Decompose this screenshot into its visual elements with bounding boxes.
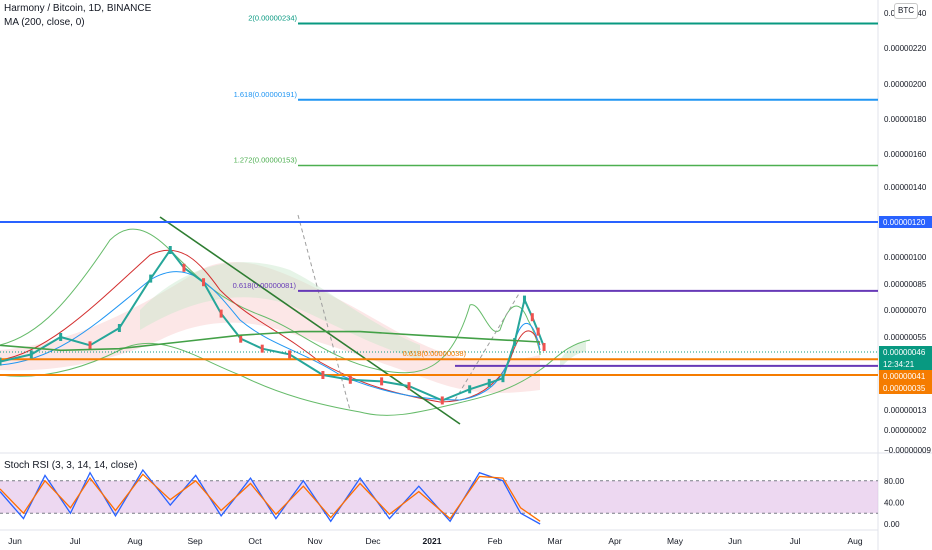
price-candle[interactable] [59, 333, 63, 341]
price-candle[interactable] [440, 396, 444, 405]
y-tick-label: 0.00000070 [884, 306, 927, 315]
x-tick-label: Apr [608, 536, 621, 546]
fib-annotation: 2(0.00000234) [248, 14, 297, 23]
ma-legend[interactable]: MA (200, close, 0) [4, 17, 85, 28]
y-tick-label: 0.00000200 [884, 80, 927, 89]
price-label-text: 0.00000035 [883, 384, 926, 393]
x-tick-label: Aug [127, 536, 142, 546]
price-candle[interactable] [321, 371, 325, 379]
chart-canvas[interactable]: 2(0.00000234) 1.618(0.00000191) 1.272(0.00… [0, 0, 932, 550]
fib-annotation: 1.272(0.00000153) [234, 156, 298, 165]
y-tick-label: 0.00000013 [884, 406, 927, 415]
y-tick-label: 0.00000140 [884, 183, 927, 192]
y-tick-label: 0.00000180 [884, 115, 927, 124]
x-tick-label: Jul [70, 536, 81, 546]
price-label-text: 0.00000041 [883, 372, 926, 381]
price-candle[interactable] [288, 350, 292, 359]
price-candle[interactable] [542, 343, 546, 351]
x-tick-label: Sep [187, 536, 202, 546]
x-tick-label: Feb [488, 536, 503, 546]
price-candle[interactable] [522, 295, 526, 304]
currency-badge[interactable]: BTC [894, 3, 918, 19]
x-tick-label: Mar [548, 536, 563, 546]
fib-annotation: 1.618(0.00000191) [234, 90, 298, 99]
chart-background [0, 0, 932, 550]
x-tick-label: Nov [307, 536, 323, 546]
y-tick-label: 0.00000160 [884, 150, 927, 159]
rsi-y-tick: 80.00 [884, 477, 905, 486]
rsi-y-tick: 0.00 [884, 520, 900, 529]
price-candle[interactable] [117, 324, 121, 332]
price-candle[interactable] [407, 382, 411, 391]
y-tick-label: 0.00000100 [884, 253, 927, 262]
price-candle[interactable] [260, 344, 264, 353]
price-candle[interactable] [487, 378, 491, 387]
price-candle[interactable] [501, 374, 505, 383]
symbol-legend[interactable]: Harmony / Bitcoin, 1D, BINANCE [4, 3, 151, 14]
price-candle[interactable] [536, 327, 540, 336]
price-label-text: 0.00000046 [883, 348, 926, 357]
x-tick-label: Oct [248, 536, 262, 546]
rsi-legend[interactable]: Stoch RSI (3, 3, 14, 14, close) [4, 460, 137, 471]
price-candle[interactable] [0, 357, 2, 366]
price-candle[interactable] [202, 278, 206, 287]
y-tick-label: 0.00000220 [884, 44, 927, 53]
price-candle[interactable] [219, 309, 223, 318]
y-tick-label: 0.00000002 [884, 426, 927, 435]
price-candle[interactable] [468, 385, 472, 394]
price-candle[interactable] [88, 341, 92, 350]
rsi-y-tick: 40.00 [884, 498, 905, 507]
fib-annotation: 0.618(0.00000038) [403, 349, 467, 358]
fib-annotation: 0.618(0.00000081) [233, 281, 297, 290]
x-tick-label: Jun [728, 536, 742, 546]
x-tick-label: Aug [847, 536, 862, 546]
price-candle[interactable] [380, 377, 384, 386]
price-candle[interactable] [348, 375, 352, 384]
x-tick-label: 2021 [423, 536, 442, 546]
price-candle[interactable] [182, 263, 186, 272]
price-candle[interactable] [29, 350, 33, 359]
price-candle[interactable] [513, 338, 517, 346]
price-candle[interactable] [168, 246, 172, 254]
x-tick-label: Jul [790, 536, 801, 546]
price-label-text: 0.00000120 [883, 218, 926, 227]
x-tick-label: Dec [365, 536, 381, 546]
price-candle[interactable] [149, 274, 153, 283]
y-tick-label: 0.00000085 [884, 280, 927, 289]
price-candle[interactable] [530, 313, 534, 322]
price-label-text: 12:34:21 [883, 360, 915, 369]
y-tick-label: −0.00000009 [884, 446, 931, 455]
x-tick-label: May [667, 536, 684, 546]
x-tick-label: Jun [8, 536, 22, 546]
y-tick-label: 0.00000055 [884, 333, 927, 342]
